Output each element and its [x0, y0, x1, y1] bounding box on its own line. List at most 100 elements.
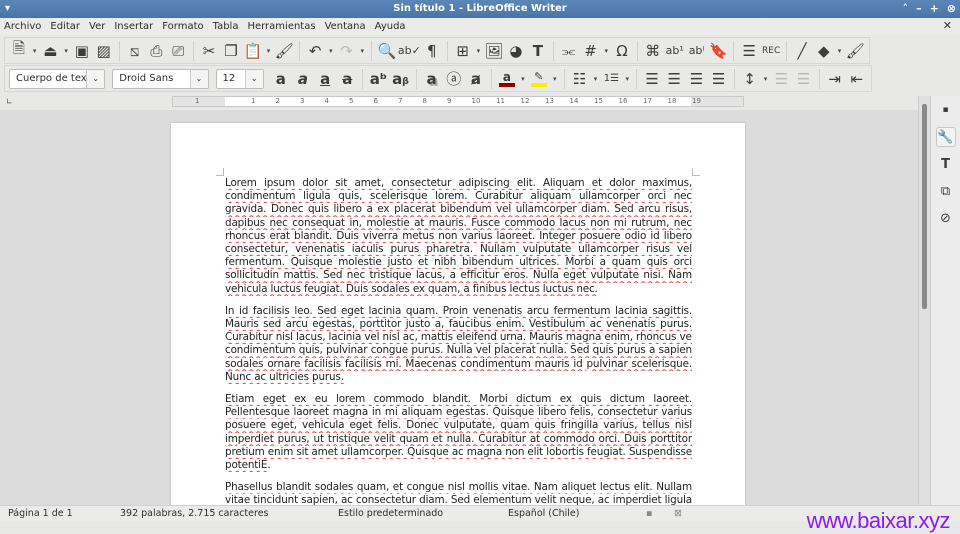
subscript-icon[interactable]: aᵦ — [390, 68, 410, 90]
word-count[interactable]: 392 palabras, 2.715 caracteres — [120, 508, 268, 519]
menu-ver[interactable]: Ver — [89, 21, 105, 32]
gallery-icon[interactable]: ⧉ — [936, 181, 956, 201]
special-character-icon[interactable]: Ω — [612, 40, 632, 62]
menu-ayuda[interactable]: Ayuda — [375, 21, 406, 32]
chevron-down-icon[interactable]: ⌄ — [86, 69, 105, 88]
basic-shapes-icon[interactable]: ◆ — [814, 40, 834, 62]
window-menu-icon[interactable]: ▾ — [5, 0, 10, 18]
save-icon[interactable]: ▣ — [72, 40, 92, 62]
align-right-icon[interactable]: ☰ — [686, 68, 706, 90]
font-color-dropdown[interactable]: ▾ — [519, 75, 527, 83]
copy-icon[interactable]: ❐ — [221, 40, 241, 62]
document-area[interactable]: Lorem ipsum dolor sit amet, consectetur … — [0, 110, 918, 505]
justify-icon[interactable]: ☰ — [708, 68, 728, 90]
find-replace-icon[interactable]: 🔍 — [377, 40, 397, 62]
shapes-dropdown[interactable]: ▾ — [836, 47, 844, 55]
numbered-list-icon[interactable]: 1☰ — [601, 68, 621, 90]
page-count[interactable]: Página 1 de 1 — [8, 508, 73, 519]
menu-ventana[interactable]: Ventana — [325, 21, 366, 32]
chevron-down-icon[interactable]: ⌄ — [244, 69, 263, 88]
menu-editar[interactable]: Editar — [50, 21, 80, 32]
line-icon[interactable]: ╱ — [792, 40, 812, 62]
undo-icon[interactable]: ↶ — [305, 40, 325, 62]
page[interactable]: Lorem ipsum dolor sit amet, consectetur … — [171, 123, 745, 505]
table-dropdown[interactable]: ▾ — [475, 47, 483, 55]
shade-button[interactable]: ˄ — [903, 0, 909, 18]
track-changes-icon[interactable]: REC — [761, 40, 781, 62]
export-pdf-icon[interactable]: ⧅ — [125, 40, 145, 62]
paragraph[interactable]: Lorem ipsum dolor sit amet, consectetur … — [225, 177, 692, 296]
font-name-select[interactable]: Droid Sans ⌄ — [112, 68, 209, 89]
menu-tabla[interactable]: Tabla — [213, 21, 239, 32]
spacing-dropdown[interactable]: ▾ — [762, 75, 770, 83]
redo-dropdown[interactable]: ▾ — [358, 47, 366, 55]
spelling-icon[interactable]: ab✓ — [398, 40, 421, 62]
underline-icon[interactable]: a — [315, 68, 335, 90]
paste-icon[interactable]: 📋 — [243, 40, 263, 62]
paragraph-style-select[interactable]: Cuerpo de texto ⌄ — [9, 68, 106, 89]
save-as-icon[interactable]: ▨ — [94, 40, 114, 62]
comment-icon[interactable]: ☰ — [739, 40, 759, 62]
bold-icon[interactable]: a — [271, 68, 291, 90]
shadow-icon[interactable]: a — [422, 68, 442, 90]
new-document-icon[interactable]: 🗎 — [9, 39, 29, 62]
maximize-button[interactable]: + — [930, 0, 939, 18]
language[interactable]: Español (Chile) — [508, 508, 580, 519]
close-window-button[interactable]: ⊗ — [947, 0, 956, 18]
decrease-spacing-icon[interactable]: ☰ — [794, 68, 814, 90]
paste-dropdown[interactable]: ▾ — [265, 47, 273, 55]
print-icon[interactable]: ⎙ — [146, 40, 166, 62]
paragraph[interactable]: Etiam eget ex eu lorem commodo blandit. … — [225, 393, 692, 472]
page-style[interactable]: Estilo predeterminado — [338, 508, 443, 519]
align-center-icon[interactable]: ☰ — [664, 68, 684, 90]
scrollbar-thumb[interactable] — [922, 104, 927, 309]
field-dropdown[interactable]: ▾ — [602, 47, 610, 55]
outline-icon[interactable]: ⓐ — [444, 68, 464, 90]
insert-mode-icon[interactable]: ▪ — [646, 508, 652, 519]
close-document-button[interactable]: ✕ — [943, 19, 952, 32]
undo-dropdown[interactable]: ▾ — [327, 47, 335, 55]
menu-formato[interactable]: Formato — [162, 21, 203, 32]
page-break-icon[interactable]: ⫘ — [559, 40, 579, 62]
horizontal-ruler[interactable]: 1 1 2 3 4 5 6 7 8 9 10 11 12 13 14 15 16 17 18 19 — [172, 96, 744, 107]
increase-spacing-icon[interactable]: ☰ — [771, 68, 791, 90]
font-color-icon[interactable]: a — [497, 68, 517, 90]
endnote-icon[interactable]: abⁱ — [687, 40, 707, 62]
document-body[interactable]: Lorem ipsum dolor sit amet, consectetur … — [225, 177, 692, 505]
styles-icon[interactable]: T — [936, 154, 956, 174]
highlight-dropdown[interactable]: ▾ — [551, 75, 559, 83]
properties-icon[interactable]: 🔧 — [935, 127, 956, 147]
redo-icon[interactable]: ↷ — [337, 40, 357, 62]
chevron-down-icon[interactable]: ⌄ — [189, 69, 208, 88]
align-left-icon[interactable]: ☰ — [642, 68, 662, 90]
insert-table-icon[interactable]: ⊞ — [453, 40, 473, 62]
font-size-select[interactable]: 12 ⌄ — [215, 68, 264, 89]
bullets-dropdown[interactable]: ▾ — [592, 75, 600, 83]
tab-stop-icon[interactable]: ∟ — [6, 97, 13, 106]
draw-functions-icon[interactable]: 🖌 — [845, 40, 865, 62]
vertical-scrollbar[interactable] — [918, 96, 930, 505]
clone-formatting-icon[interactable]: 🖌 — [274, 40, 294, 62]
superscript-icon[interactable]: aᵇ — [368, 68, 388, 90]
clear-formatting-icon[interactable]: a̷ — [466, 68, 486, 90]
insert-field-icon[interactable]: # — [581, 40, 601, 62]
bookmark-icon[interactable]: 🔖 — [708, 40, 728, 62]
numbering-dropdown[interactable]: ▾ — [623, 75, 631, 83]
menu-insertar[interactable]: Insertar — [114, 21, 153, 32]
navigator-icon[interactable]: ⊘ — [936, 208, 956, 228]
paragraph[interactable]: In id facilisis leo. Sed eget lacinia qu… — [225, 305, 692, 384]
highlight-icon[interactable]: ✎ — [529, 68, 549, 90]
italic-icon[interactable]: a — [293, 68, 313, 90]
increase-indent-icon[interactable]: ⇥ — [825, 68, 845, 90]
strikethrough-icon[interactable]: a — [337, 68, 357, 90]
formatting-marks-icon[interactable]: ¶ — [422, 40, 442, 62]
insert-textbox-icon[interactable]: T — [528, 40, 548, 62]
sidebar-menu-icon[interactable]: ▪ — [936, 100, 956, 120]
menu-archivo[interactable]: Archivo — [4, 21, 41, 32]
selection-mode-icon[interactable]: ⊠ — [674, 508, 682, 519]
insert-image-icon[interactable]: 🖼 — [484, 40, 504, 62]
open-dropdown[interactable]: ▾ — [62, 47, 70, 55]
paragraph[interactable]: Phasellus blandit sodales quam, et congu… — [225, 481, 692, 505]
bullet-list-icon[interactable]: ☷ — [569, 68, 589, 90]
line-spacing-icon[interactable]: ↕ — [740, 68, 760, 90]
